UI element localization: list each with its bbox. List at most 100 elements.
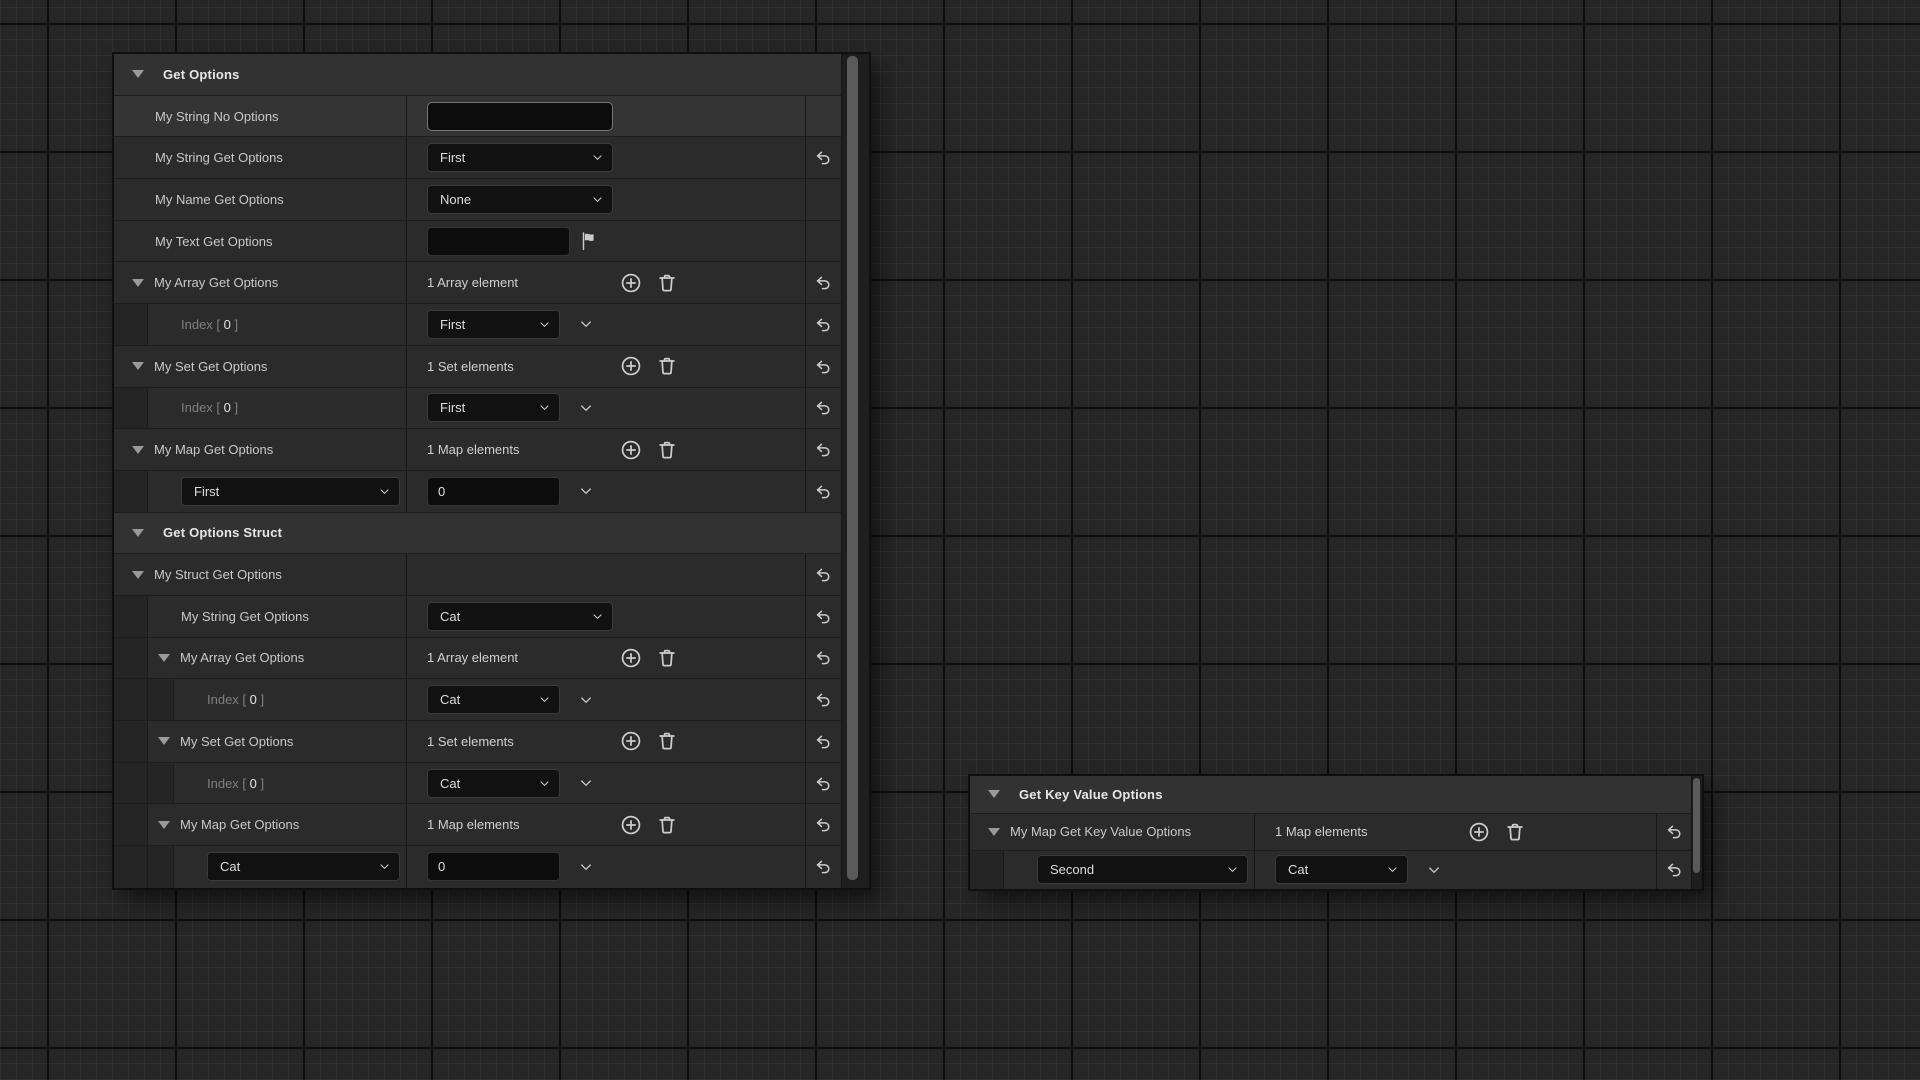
expander-triangle-icon[interactable] bbox=[132, 571, 144, 579]
trash-icon[interactable] bbox=[656, 355, 678, 377]
add-element-icon[interactable] bbox=[1468, 821, 1490, 843]
add-element-icon[interactable] bbox=[620, 355, 642, 377]
expander-triangle-icon[interactable] bbox=[132, 362, 144, 370]
property-label: Index [ 0 ] bbox=[207, 776, 264, 791]
undo-reset-icon[interactable] bbox=[814, 774, 833, 793]
value-dropdown[interactable]: Cat bbox=[427, 769, 560, 798]
value-dropdown[interactable]: Cat bbox=[1275, 855, 1408, 884]
value-dropdown[interactable]: None bbox=[427, 185, 613, 214]
property-row: My Name Get OptionsNone bbox=[114, 179, 841, 221]
value-dropdown[interactable]: Cat bbox=[427, 685, 560, 714]
property-value-cell: Cat bbox=[406, 763, 805, 804]
element-menu-chevron-icon[interactable] bbox=[578, 400, 594, 416]
value-dropdown[interactable]: First bbox=[427, 393, 560, 422]
trash-icon[interactable] bbox=[656, 272, 678, 294]
chevron-down-icon bbox=[538, 693, 551, 706]
category-header[interactable]: Get Key Value Options bbox=[970, 776, 1691, 814]
add-element-icon[interactable] bbox=[620, 647, 642, 669]
expander-triangle-icon[interactable] bbox=[988, 790, 1000, 798]
value-dropdown[interactable]: Cat bbox=[427, 602, 613, 631]
undo-reset-icon[interactable] bbox=[814, 732, 833, 751]
undo-reset-icon[interactable] bbox=[1665, 860, 1684, 879]
property-label-cell: My String Get Options bbox=[114, 137, 406, 178]
undo-reset-icon[interactable] bbox=[814, 315, 833, 334]
property-row: My String No Options bbox=[114, 96, 841, 138]
property-row: My Text Get Options bbox=[114, 221, 841, 263]
label-content: My String Get Options bbox=[148, 609, 406, 624]
trash-icon[interactable] bbox=[1504, 821, 1526, 843]
expander-triangle-icon[interactable] bbox=[158, 737, 170, 745]
scrollbar-thumb[interactable] bbox=[847, 56, 858, 880]
undo-reset-icon[interactable] bbox=[814, 357, 833, 376]
property-label-cell: My Struct Get Options bbox=[114, 554, 406, 595]
add-element-icon[interactable] bbox=[620, 730, 642, 752]
category-header[interactable]: Get Options bbox=[114, 54, 841, 96]
label-content: Second bbox=[1004, 855, 1254, 884]
text-input[interactable]: 0 bbox=[427, 852, 560, 881]
expander-triangle-icon[interactable] bbox=[132, 446, 144, 454]
label-content: My Array Get Options bbox=[148, 650, 406, 665]
scrollbar-thumb[interactable] bbox=[1693, 778, 1700, 873]
property-value-cell bbox=[406, 221, 805, 262]
text-input[interactable]: 0 bbox=[427, 477, 560, 506]
category-header[interactable]: Get Options Struct bbox=[114, 513, 841, 555]
map-key-dropdown[interactable]: First bbox=[181, 477, 400, 506]
map-key-dropdown[interactable]: Cat bbox=[207, 852, 400, 881]
label-content: My Map Get Options bbox=[114, 442, 406, 457]
dropdown-value: Cat bbox=[440, 692, 460, 707]
add-element-icon[interactable] bbox=[620, 814, 642, 836]
element-menu-chevron-icon[interactable] bbox=[578, 859, 594, 875]
undo-reset-icon[interactable] bbox=[814, 273, 833, 292]
element-menu-chevron-icon[interactable] bbox=[578, 692, 594, 708]
add-element-icon[interactable] bbox=[620, 272, 642, 294]
undo-reset-icon[interactable] bbox=[814, 648, 833, 667]
undo-reset-icon[interactable] bbox=[814, 440, 833, 459]
undo-reset-icon[interactable] bbox=[1665, 822, 1684, 841]
undo-reset-icon[interactable] bbox=[814, 690, 833, 709]
expander-triangle-icon[interactable] bbox=[132, 279, 144, 287]
property-label-cell: Index [ 0 ] bbox=[114, 304, 406, 345]
element-menu-chevron-icon[interactable] bbox=[578, 775, 594, 791]
undo-reset-icon[interactable] bbox=[814, 565, 833, 584]
text-input[interactable] bbox=[427, 102, 613, 131]
indent-guide bbox=[114, 763, 148, 804]
expander-triangle-icon[interactable] bbox=[158, 821, 170, 829]
element-menu-chevron-icon[interactable] bbox=[578, 483, 594, 499]
trash-icon[interactable] bbox=[656, 814, 678, 836]
element-menu-chevron-icon[interactable] bbox=[578, 316, 594, 332]
add-element-icon[interactable] bbox=[620, 439, 642, 461]
undo-reset-icon[interactable] bbox=[814, 148, 833, 167]
dropdown-value: Cat bbox=[220, 859, 240, 874]
undo-reset-icon[interactable] bbox=[814, 398, 833, 417]
indent-guide bbox=[114, 304, 148, 345]
expander-triangle-icon[interactable] bbox=[158, 654, 170, 662]
map-key-dropdown[interactable]: Second bbox=[1037, 855, 1248, 884]
undo-reset-icon[interactable] bbox=[814, 607, 833, 626]
element-menu-chevron-icon[interactable] bbox=[1426, 862, 1442, 878]
expander-triangle-icon[interactable] bbox=[988, 828, 1000, 836]
flag-icon[interactable] bbox=[578, 230, 600, 252]
undo-reset-icon[interactable] bbox=[814, 815, 833, 834]
value-dropdown[interactable]: First bbox=[427, 143, 613, 172]
chevron-down-icon bbox=[378, 860, 391, 873]
label-content: My Map Get Options bbox=[148, 817, 406, 832]
trash-icon[interactable] bbox=[656, 439, 678, 461]
expander-triangle-icon[interactable] bbox=[132, 70, 144, 78]
text-input[interactable] bbox=[427, 227, 570, 256]
vertical-scrollbar[interactable] bbox=[1691, 776, 1702, 889]
property-label: My Set Get Options bbox=[180, 734, 293, 749]
property-label-cell: My String Get Options bbox=[114, 596, 406, 637]
dropdown-value: First bbox=[194, 484, 219, 499]
details-panel-get-options: Get OptionsMy String No OptionsMy String… bbox=[114, 54, 869, 888]
dropdown-value: None bbox=[440, 192, 471, 207]
undo-reset-icon[interactable] bbox=[814, 857, 833, 876]
label-content: Cat bbox=[174, 852, 406, 881]
vertical-scrollbar[interactable] bbox=[841, 54, 869, 888]
dropdown-value: First bbox=[440, 150, 465, 165]
expander-triangle-icon[interactable] bbox=[132, 529, 144, 537]
trash-icon[interactable] bbox=[656, 647, 678, 669]
text-input-value: 0 bbox=[438, 484, 445, 499]
undo-reset-icon[interactable] bbox=[814, 482, 833, 501]
trash-icon[interactable] bbox=[656, 730, 678, 752]
value-dropdown[interactable]: First bbox=[427, 310, 560, 339]
